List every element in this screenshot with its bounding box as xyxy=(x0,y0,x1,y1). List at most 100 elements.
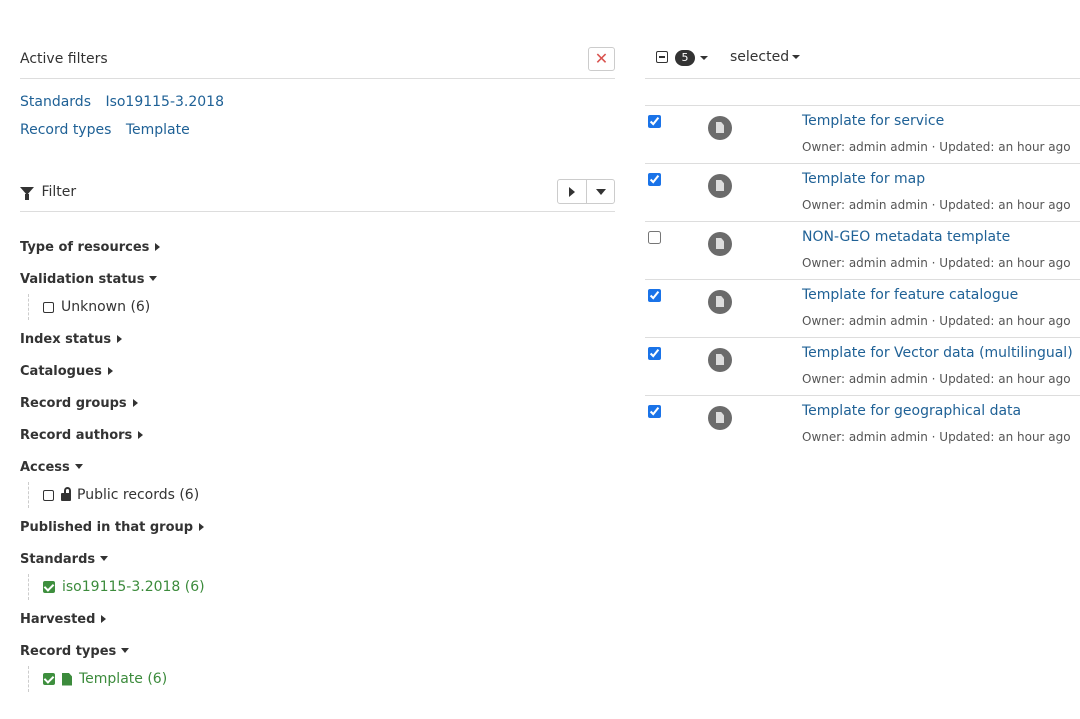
selected-actions-dropdown[interactable]: selected xyxy=(730,49,801,65)
record-thumbnail-icon xyxy=(708,348,732,372)
checkbox-icon[interactable] xyxy=(43,489,54,501)
file-icon xyxy=(62,672,72,686)
selection-toolbar: 5 selected xyxy=(645,40,1080,79)
facet-validation-status[interactable]: Validation status xyxy=(20,264,615,296)
list-item: NON-GEO metadata template Owner: admin a… xyxy=(645,221,1080,279)
list-item: Template for map Owner: admin admin · Up… xyxy=(645,163,1080,221)
selected-actions-label: selected xyxy=(730,49,790,65)
facet-label: Record types xyxy=(20,644,117,659)
list-item: Template for feature catalogue Owner: ad… xyxy=(645,279,1080,337)
facet-label: Standards xyxy=(20,552,96,567)
facet-option-unknown[interactable]: Unknown (6) xyxy=(28,294,615,320)
record-thumbnail-icon xyxy=(708,406,732,430)
chevron-down-icon xyxy=(792,55,801,59)
active-filter-standards[interactable]: Standards Iso19115-3.2018 xyxy=(20,93,615,121)
record-thumbnail-icon xyxy=(708,290,732,314)
record-meta: Owner: admin admin · Updated: an hour ag… xyxy=(802,256,1071,270)
active-filters-title: Active filters xyxy=(20,51,108,67)
facet-label: Published in that group xyxy=(20,520,194,535)
caret-right-icon xyxy=(138,431,144,439)
active-filters-header: Active filters ✕ xyxy=(20,40,615,79)
active-filter-facet[interactable]: Record types xyxy=(20,122,111,138)
caret-right-icon xyxy=(199,523,205,531)
record-title-link[interactable]: NON-GEO metadata template xyxy=(802,229,1010,245)
filter-header: Filter xyxy=(20,173,615,212)
record-checkbox[interactable] xyxy=(648,173,661,186)
facet-access[interactable]: Access xyxy=(20,452,615,484)
record-title-link[interactable]: Template for map xyxy=(802,171,925,187)
record-meta: Owner: admin admin · Updated: an hour ag… xyxy=(802,140,1071,154)
record-thumbnail-icon xyxy=(708,174,732,198)
facet-record-groups[interactable]: Record groups xyxy=(20,388,615,420)
selected-count-badge[interactable]: 5 xyxy=(675,50,695,66)
facet-standards[interactable]: Standards xyxy=(20,544,615,576)
checkbox-icon[interactable] xyxy=(43,301,54,313)
facet-label: Index status xyxy=(20,332,112,347)
facet-label: Type of resources xyxy=(20,240,150,255)
facet-index-status[interactable]: Index status xyxy=(20,324,615,356)
checked-checkbox-icon[interactable] xyxy=(43,581,55,593)
active-filter-facet[interactable]: Standards xyxy=(20,94,91,110)
facet-record-types[interactable]: Record types xyxy=(20,636,615,668)
list-item: Template for service Owner: admin admin … xyxy=(645,105,1080,163)
record-thumbnail-icon xyxy=(708,116,732,140)
clear-filters-button[interactable]: ✕ xyxy=(588,47,615,71)
filter-title: Filter xyxy=(20,184,76,200)
facet-published-in-group[interactable]: Published in that group xyxy=(20,512,615,544)
results-panel: 5 selected Template for service Owner: a… xyxy=(645,40,1080,453)
facet-harvested[interactable]: Harvested xyxy=(20,604,615,636)
unlock-icon xyxy=(61,487,71,501)
facet-option-iso19115[interactable]: iso19115-3.2018 (6) xyxy=(28,574,615,600)
facet-option-label: iso19115-3.2018 (6) xyxy=(62,579,205,595)
facet-option-label: Template (6) xyxy=(79,671,168,687)
list-item: Template for Vector data (multilingual) … xyxy=(645,337,1080,395)
record-checkbox[interactable] xyxy=(648,231,661,244)
facet-list: Type of resources Validation status Unkn… xyxy=(20,212,615,692)
facet-label: Harvested xyxy=(20,612,96,627)
facet-option-template[interactable]: Template (6) xyxy=(28,666,615,692)
facet-catalogues[interactable]: Catalogues xyxy=(20,356,615,388)
record-checkbox[interactable] xyxy=(648,115,661,128)
collapse-all-button[interactable] xyxy=(558,180,586,203)
facet-toggle-group xyxy=(557,179,615,204)
results-list: Template for service Owner: admin admin … xyxy=(645,105,1080,453)
record-title-link[interactable]: Template for Vector data (multilingual) xyxy=(802,345,1073,361)
expand-all-button[interactable] xyxy=(586,180,614,203)
active-filter-value[interactable]: Template xyxy=(126,122,190,138)
record-meta: Owner: admin admin · Updated: an hour ag… xyxy=(802,430,1071,444)
facet-option-public-records[interactable]: Public records (6) xyxy=(28,482,615,508)
record-checkbox[interactable] xyxy=(648,405,661,418)
record-meta: Owner: admin admin · Updated: an hour ag… xyxy=(802,372,1071,386)
facet-option-label: Unknown (6) xyxy=(61,299,151,315)
facet-type-of-resources[interactable]: Type of resources xyxy=(20,232,615,264)
record-title-link[interactable]: Template for geographical data xyxy=(802,403,1021,419)
record-meta: Owner: admin admin · Updated: an hour ag… xyxy=(802,314,1071,328)
record-checkbox[interactable] xyxy=(648,289,661,302)
select-none-icon[interactable] xyxy=(656,51,668,63)
caret-right-icon xyxy=(132,399,138,407)
caret-down-icon xyxy=(149,276,158,281)
caret-right-icon xyxy=(155,243,161,251)
record-meta: Owner: admin admin · Updated: an hour ag… xyxy=(802,198,1071,212)
record-title-link[interactable]: Template for feature catalogue xyxy=(802,287,1018,303)
search-facets-panel: Active filters ✕ Standards Iso19115-3.20… xyxy=(20,40,615,696)
caret-down-icon xyxy=(121,648,130,653)
facet-label: Catalogues xyxy=(20,364,102,379)
checked-checkbox-icon[interactable] xyxy=(43,673,55,685)
filter-icon xyxy=(20,187,34,200)
facet-label: Validation status xyxy=(20,272,145,287)
facet-option-label: Public records (6) xyxy=(77,487,200,503)
selection-caret-icon[interactable] xyxy=(700,56,708,60)
caret-down-icon xyxy=(100,556,109,561)
caret-down-icon xyxy=(74,464,83,469)
record-thumbnail-icon xyxy=(708,232,732,256)
active-filter-value[interactable]: Iso19115-3.2018 xyxy=(105,94,224,110)
record-title-link[interactable]: Template for service xyxy=(802,113,944,129)
facet-record-authors[interactable]: Record authors xyxy=(20,420,615,452)
list-item: Template for geographical data Owner: ad… xyxy=(645,395,1080,453)
active-filter-record-types[interactable]: Record types Template xyxy=(20,121,615,149)
record-checkbox[interactable] xyxy=(648,347,661,360)
active-filters-list: Standards Iso19115-3.2018 Record types T… xyxy=(20,79,615,149)
caret-right-icon xyxy=(117,335,123,343)
caret-right-icon xyxy=(569,186,575,197)
